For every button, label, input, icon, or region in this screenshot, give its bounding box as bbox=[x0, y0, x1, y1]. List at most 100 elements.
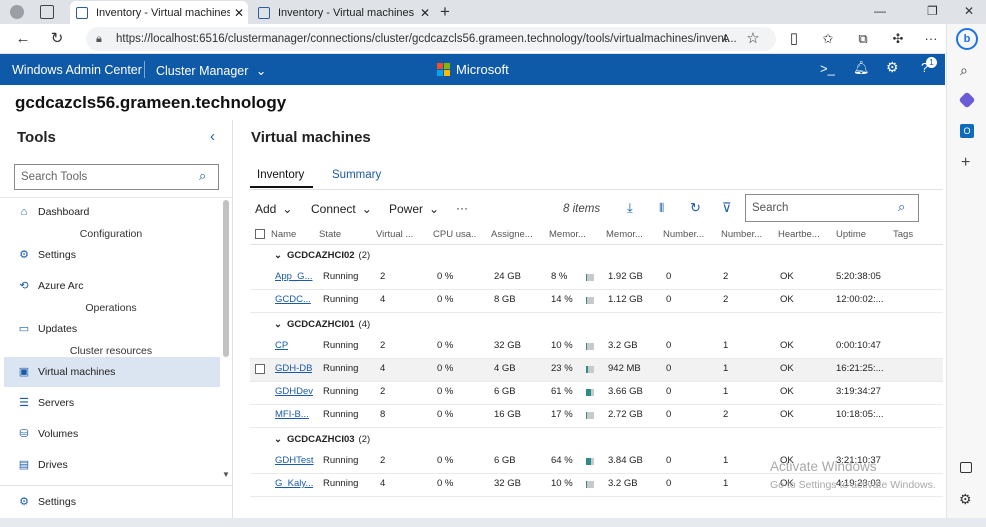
url-field[interactable]: 🔒︎ https://localhost:6516/clustermanager… bbox=[86, 27, 776, 51]
columns-icon[interactable]: ⦀ bbox=[659, 201, 664, 216]
filter-icon[interactable]: ⊽ bbox=[722, 200, 732, 216]
more-options-icon[interactable]: ··· bbox=[921, 29, 941, 49]
cell-hb: OK bbox=[780, 271, 794, 282]
memory-usage-fill bbox=[586, 343, 587, 350]
group-header[interactable]: ⌄ GCDCAZHCI03 (2) bbox=[274, 434, 370, 445]
tools-scrollbar[interactable] bbox=[223, 200, 229, 357]
tool-azure-arc[interactable]: ⟲ Azure Arc bbox=[4, 271, 220, 301]
cell-name[interactable]: MFI-B... bbox=[275, 409, 309, 420]
lock-icon[interactable]: 🔒︎ bbox=[96, 27, 102, 51]
shopping-icon[interactable] bbox=[958, 91, 976, 109]
tab-summary[interactable]: Summary bbox=[332, 169, 381, 181]
tool-servers[interactable]: ☰ Servers bbox=[4, 388, 220, 418]
cell-n1: 0 bbox=[666, 271, 672, 282]
memory-usage-bar bbox=[586, 297, 594, 304]
section-switcher[interactable]: Cluster Manager ⌄ bbox=[156, 63, 266, 78]
cell-name[interactable]: G_Kaly... bbox=[275, 478, 313, 489]
settings-gear-icon[interactable]: ⚙ bbox=[886, 59, 899, 76]
cell-mem-pct: 10 % bbox=[551, 340, 573, 351]
read-aloud-icon[interactable]: A bbox=[716, 29, 736, 49]
add-menu-button[interactable]: Add ⌄ bbox=[255, 202, 292, 216]
tool-updates[interactable]: ▭ Updates bbox=[4, 314, 220, 344]
tool-settings[interactable]: ⚙ Settings bbox=[4, 240, 220, 270]
cell-n2: 2 bbox=[723, 294, 729, 305]
close-tab-icon[interactable]: ✕ bbox=[416, 6, 434, 20]
powershell-icon[interactable]: >_ bbox=[820, 61, 835, 76]
favorite-star-icon[interactable]: ☆ bbox=[743, 29, 763, 49]
power-menu-button[interactable]: Power ⌄ bbox=[389, 202, 439, 216]
tool-virtual-machines[interactable]: ▣ Virtual machines bbox=[4, 357, 220, 387]
tool-group-heading: Cluster resources bbox=[69, 345, 153, 357]
cell-name[interactable]: GDH-DB bbox=[275, 363, 312, 374]
cell-mem-pct: 23 % bbox=[551, 363, 573, 374]
row-checkbox[interactable] bbox=[255, 364, 265, 374]
cell-name[interactable]: App_G... bbox=[275, 271, 313, 282]
divider bbox=[250, 244, 943, 245]
monitor-icon: ▭ bbox=[18, 323, 30, 335]
cell-name[interactable]: GCDC... bbox=[275, 294, 311, 305]
split-screen-icon[interactable]: ▯ bbox=[784, 29, 804, 49]
cell-name[interactable]: CP bbox=[275, 340, 288, 351]
add-app-icon[interactable]: + bbox=[961, 154, 970, 172]
cell-uptime: 0:00:10:47 bbox=[836, 340, 881, 351]
tool-dashboard[interactable]: ⌂ Dashboard bbox=[4, 197, 220, 227]
minimize-button[interactable]: — bbox=[874, 4, 886, 18]
refresh-icon[interactable]: ↻ bbox=[47, 29, 67, 49]
back-arrow-icon[interactable]: ← bbox=[13, 29, 33, 49]
cell-state: Running bbox=[323, 409, 359, 420]
tool-label: Updates bbox=[38, 323, 78, 335]
download-icon[interactable]: ⤓ bbox=[627, 200, 633, 216]
restore-button[interactable]: ❐ bbox=[927, 4, 938, 18]
close-window-button[interactable]: ✕ bbox=[964, 4, 974, 18]
group-header[interactable]: ⌄ GCDCAZHCI01 (4) bbox=[274, 319, 370, 330]
column-header-tags[interactable]: Tags bbox=[893, 229, 913, 240]
cell-uptime: 3:19:34:27 bbox=[836, 386, 881, 397]
tab-inventory[interactable]: Inventory bbox=[257, 169, 304, 181]
cell-name[interactable]: GDHDev bbox=[275, 386, 313, 397]
cell-cpu: 0 % bbox=[437, 455, 454, 466]
column-header-number1[interactable]: Number... bbox=[663, 229, 707, 240]
column-header-memory-pct[interactable]: Memor... bbox=[549, 229, 591, 240]
favorites-icon[interactable]: ✩ bbox=[818, 29, 838, 49]
tool-volumes[interactable]: ⛁ Volumes bbox=[4, 419, 220, 449]
column-header-name[interactable]: Name bbox=[271, 229, 296, 240]
search-icon[interactable]: ⌕ bbox=[960, 62, 968, 79]
cell-assigned: 16 GB bbox=[494, 409, 521, 420]
new-tab-button[interactable]: + bbox=[440, 2, 450, 22]
profile-avatar-icon[interactable] bbox=[10, 5, 24, 19]
browser-tab[interactable]: Inventory - Virtual machines - Se ✕ bbox=[252, 1, 434, 24]
column-header-cpu[interactable]: CPU usa... bbox=[433, 229, 477, 240]
group-name: GCDCAZHCI03 bbox=[286, 434, 355, 445]
connect-menu-button[interactable]: Connect ⌄ bbox=[311, 202, 372, 216]
column-header-virtual[interactable]: Virtual ... bbox=[376, 229, 416, 240]
cell-name[interactable]: GDHTest bbox=[275, 455, 314, 466]
brand-name: Microsoft bbox=[456, 62, 509, 77]
app-title[interactable]: Windows Admin Center bbox=[12, 63, 142, 77]
extensions-icon[interactable]: ✣ bbox=[888, 29, 908, 49]
more-actions-button[interactable]: ··· bbox=[456, 201, 468, 215]
cell-vcpu: 2 bbox=[380, 386, 386, 397]
settings-gear-icon[interactable]: ⚙ bbox=[959, 491, 972, 508]
column-header-uptime[interactable]: Uptime bbox=[836, 229, 866, 240]
tools-settings-footer[interactable]: ⚙ Settings bbox=[4, 487, 220, 517]
close-tab-icon[interactable]: ✕ bbox=[230, 6, 248, 20]
browser-tab-active[interactable]: Inventory - Virtual machines - Cl ✕ bbox=[70, 1, 248, 24]
collections-icon[interactable]: ⧉ bbox=[853, 29, 873, 49]
notifications-bell-icon[interactable]: 🔔︎ bbox=[853, 60, 870, 76]
refresh-icon[interactable]: ↻ bbox=[690, 200, 701, 216]
grid-search-input[interactable]: Search ⌕ bbox=[745, 194, 919, 222]
column-header-state[interactable]: State bbox=[319, 229, 341, 240]
sidebar-toggle-icon[interactable] bbox=[960, 462, 972, 473]
tool-drives[interactable]: ▤ Drives bbox=[4, 450, 220, 480]
memory-usage-fill bbox=[586, 366, 588, 373]
select-all-checkbox[interactable] bbox=[255, 229, 265, 239]
column-header-assigned[interactable]: Assigne... bbox=[491, 229, 533, 240]
column-header-heartbeat[interactable]: Heartbe... bbox=[778, 229, 822, 240]
group-header[interactable]: ⌄ GCDCAZHCI02 (2) bbox=[274, 250, 370, 261]
column-header-memory[interactable]: Memor... bbox=[606, 229, 648, 240]
workspaces-icon[interactable] bbox=[40, 5, 54, 19]
outlook-icon[interactable]: O bbox=[960, 124, 974, 138]
column-header-number2[interactable]: Number... bbox=[721, 229, 765, 240]
scroll-down-icon[interactable]: ▼ bbox=[222, 470, 230, 479]
copilot-icon[interactable]: b bbox=[956, 28, 978, 50]
